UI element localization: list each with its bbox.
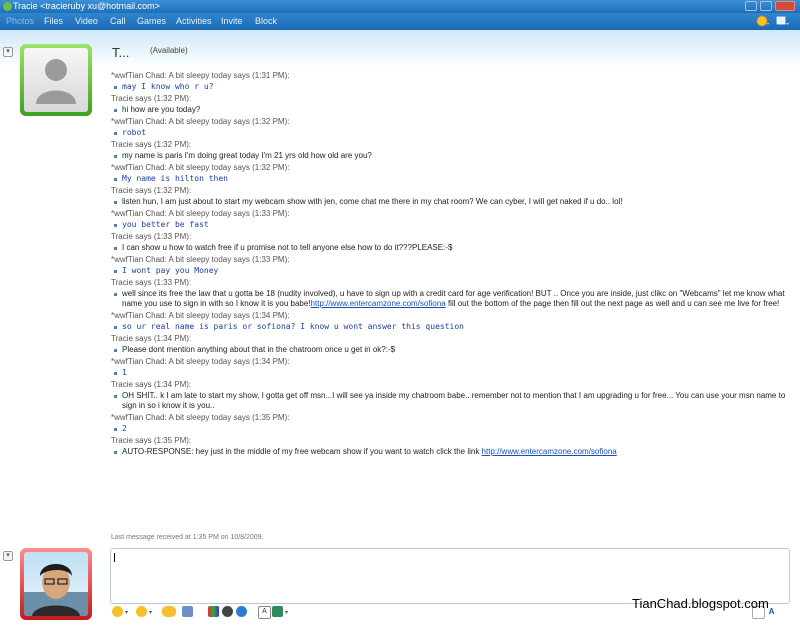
message-sender: Tracie says (1:33 PM): (111, 278, 192, 287)
message-sender: Tracie says (1:32 PM): (111, 140, 192, 149)
message-text: OH SHIT.. k I am late to start my show, … (111, 391, 797, 411)
menu-block[interactable]: Block (255, 16, 277, 26)
message-sender: *wwfTian Chad: A bit sleepy today says (… (111, 117, 290, 126)
color-dropdown-icon[interactable]: ▾ (285, 609, 288, 616)
messenger-icon (3, 2, 12, 11)
message-sender: *wwfTian Chad: A bit sleepy today says (… (111, 311, 290, 320)
menu-files[interactable]: Files (44, 16, 63, 26)
message-sender: *wwfTian Chad: A bit sleepy today says (… (111, 413, 290, 422)
message-body: robot (122, 128, 147, 137)
collapse-contact-button[interactable]: ▾ (3, 47, 13, 57)
message-body: Please dont mention anything about that … (122, 345, 396, 354)
default-user-picture (24, 48, 88, 112)
message-link[interactable]: http://www.entercamzone.com/sofiona (482, 447, 617, 456)
message-text: robot (111, 128, 797, 138)
message-text: listen hun, I am just about to start my … (111, 197, 797, 207)
message-sender: Tracie says (1:32 PM): (111, 94, 192, 103)
message-body: hi how are you today? (122, 105, 201, 114)
font-icon[interactable]: A (258, 606, 271, 619)
color-icon[interactable] (272, 606, 283, 617)
menu-activities[interactable]: Activities (176, 16, 212, 26)
message-text: My name is hilton then (111, 174, 797, 184)
message-text: I can show u how to watch free if u prom… (111, 243, 797, 253)
message-sender: Tracie says (1:35 PM): (111, 436, 192, 445)
nudge-icon[interactable] (162, 606, 176, 617)
action-menu-bar: Photos Files Video Call Games Activities… (0, 13, 800, 30)
message-text: well since its free the law that u gotta… (111, 289, 797, 309)
message-body: My name is hilton then (122, 174, 228, 183)
message-sender: *wwfTian Chad: A bit sleepy today says (… (111, 163, 290, 172)
message-body: my name is paris I'm doing great today I… (122, 151, 372, 160)
wink-icon[interactable] (136, 606, 147, 617)
message-text: 1 (111, 368, 797, 378)
contact-name: T... (112, 45, 130, 60)
message-sender: Tracie says (1:32 PM): (111, 186, 192, 195)
message-body: 2 (122, 424, 127, 433)
menu-photos[interactable]: Photos (6, 16, 34, 26)
contact-status: (Available) (150, 46, 188, 55)
collapse-self-button[interactable]: ▾ (3, 551, 13, 561)
emoticon-dropdown-icon[interactable]: ▾ (125, 609, 128, 616)
message-link[interactable]: http://www.entercamzone.com/sofiona (311, 299, 446, 308)
message-text: you better be fast (111, 220, 797, 230)
message-sender: Tracie says (1:34 PM): (111, 380, 192, 389)
conversation-history[interactable]: *wwfTian Chad: A bit sleepy today says (… (111, 69, 797, 458)
menu-invite[interactable]: Invite (221, 16, 243, 26)
message-sender: *wwfTian Chad: A bit sleepy today says (… (111, 255, 290, 264)
message-body: OH SHIT.. k I am late to start my show, … (122, 391, 786, 410)
message-text: AUTO-RESPONSE: hey just in the middle of… (111, 447, 797, 457)
message-sender: *wwfTian Chad: A bit sleepy today says (… (111, 71, 290, 80)
self-avatar[interactable] (20, 548, 92, 620)
message-body: listen hun, I am just about to start my … (122, 197, 623, 206)
message-text: Please dont mention anything about that … (111, 345, 797, 355)
close-button[interactable] (775, 1, 795, 11)
window-title: Tracie <tracieruby xu@hotmail.com> (13, 1, 160, 11)
ink-icon[interactable] (222, 606, 233, 617)
message-body-continued: fill out the bottom of the page then fil… (445, 299, 780, 308)
message-body: you better be fast (122, 220, 209, 229)
title-bar: Tracie <tracieruby xu@hotmail.com> (0, 0, 800, 13)
message-body: so ur real name is paris or sofiona? I k… (122, 322, 464, 331)
message-sender: *wwfTian Chad: A bit sleepy today says (… (111, 209, 290, 218)
emoticon-icon[interactable] (112, 606, 123, 617)
message-body: may I know who r u? (122, 82, 214, 91)
buddy-silhouette-icon (36, 59, 76, 104)
message-sender: Tracie says (1:34 PM): (111, 334, 192, 343)
menu-call[interactable]: Call (110, 16, 126, 26)
wink-dropdown-icon[interactable]: ▾ (149, 609, 152, 616)
emoticon-menu-icon[interactable] (756, 15, 770, 27)
minimize-button[interactable] (745, 1, 757, 11)
message-text: may I know who r u? (111, 82, 797, 92)
watermark: TianChad.blogspot.com (632, 596, 769, 611)
message-sender: *wwfTian Chad: A bit sleepy today says (… (111, 357, 290, 366)
last-message-info: Last message received at 1:35 PM on 10/8… (111, 534, 264, 541)
self-display-picture (24, 552, 88, 616)
message-body: I wont pay you Money (122, 266, 219, 275)
message-text: hi how are you today? (111, 105, 797, 115)
message-text: 2 (111, 424, 797, 434)
profile-photo (24, 564, 88, 616)
text-caret (114, 553, 115, 562)
options-menu-icon[interactable] (776, 15, 790, 27)
maximize-button[interactable] (760, 1, 772, 11)
winks-gallery-icon[interactable] (236, 606, 247, 617)
message-body: 1 (122, 368, 127, 377)
message-body: AUTO-RESPONSE: hey just in the middle of… (122, 447, 482, 456)
voice-clip-icon[interactable] (182, 606, 193, 617)
message-text: so ur real name is paris or sofiona? I k… (111, 322, 797, 332)
message-sender: Tracie says (1:33 PM): (111, 232, 192, 241)
contact-avatar[interactable] (20, 44, 92, 116)
message-text: I wont pay you Money (111, 266, 797, 276)
message-text: my name is paris I'm doing great today I… (111, 151, 797, 161)
menu-games[interactable]: Games (137, 16, 166, 26)
background-icon[interactable] (208, 606, 219, 617)
message-body: I can show u how to watch free if u prom… (122, 243, 453, 252)
menu-video[interactable]: Video (75, 16, 98, 26)
